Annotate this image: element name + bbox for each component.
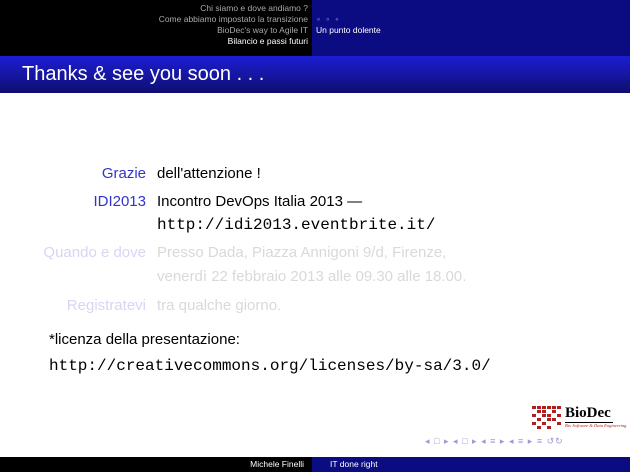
desc-body: Incontro DevOps Italia 2013 — [157,193,363,210]
frame-title: Thanks & see you soon . . . [0,56,630,93]
nav-prev-frame-icon[interactable]: ◂ [425,436,431,446]
nav-slide-icon[interactable]: □ [462,436,468,446]
desc-body: tra qualche giorno. [157,297,282,314]
footline-title: IT done right [312,457,630,472]
nav-next-frame-icon[interactable]: ▸ [444,436,450,446]
license-url-link[interactable]: http://creativecommons.org/licenses/by-s… [49,356,491,376]
nav-next-section-icon[interactable]: ▸ [528,436,534,446]
desc-body: Presso Dada, Piazza Annigoni 9/d, Firenz… [157,244,447,261]
desc-term: IDI2013 [93,193,146,210]
nav-frame-icon[interactable]: □ [434,436,440,446]
section-transizione[interactable]: Come abbiamo impostato la transizione [159,14,312,25]
headline-bar: Chi siamo e dove andiamo ? Come abbiamo … [0,0,630,56]
nav-prev-subsection-icon[interactable]: ◂ [481,436,487,446]
desc-body: dell'attenzione ! [157,165,261,182]
footline-author: Michele Finelli [0,457,312,472]
desc-term: Registratevi [66,297,146,314]
nav-search-icon[interactable]: ↺↻ [547,436,564,446]
desc-term: Grazie [101,165,146,182]
section-navigation: Chi siamo e dove andiamo ? Come abbiamo … [0,0,312,56]
license-label: *licenza della presentazione: [49,331,240,348]
footline-bar: Michele Finelli IT done right [0,457,630,472]
section-chi-siamo[interactable]: Chi siamo e dove andiamo ? [200,3,312,14]
nav-prev-section-icon[interactable]: ◂ [509,436,515,446]
desc-term: Quando e dove [43,244,146,261]
nav-next-subsection-icon[interactable]: ▸ [500,436,506,446]
subsection-punto-dolente[interactable]: Un punto dolente [316,25,630,36]
logo-tagline: Bio Software & Data Engineering [565,423,627,428]
subsection-navigation: ∘ ∘ ∘ Un punto dolente [312,0,630,56]
event-url-link[interactable]: http://idi2013.eventbrite.it/ [157,215,435,235]
nav-next-slide-icon[interactable]: ▸ [472,436,478,446]
logo-wordmark: BioDec [565,405,613,423]
nav-subsection-icon[interactable]: ≡ [490,436,496,446]
subsection-dots[interactable]: ∘ ∘ ∘ [316,14,630,25]
section-agile-it[interactable]: BioDec's way to Agile IT [217,25,312,36]
desc-body: venerdì 22 febbraio 2013 alle 09.30 alle… [157,268,467,285]
nav-section-icon[interactable]: ≡ [518,436,524,446]
nav-prev-slide-icon[interactable]: ◂ [453,436,459,446]
navigation-symbols: ◂ □ ▸ ◂ □ ▸ ◂ ≡ ▸ ◂ ≡ ▸ ≡ ↺↻ [425,436,564,447]
nav-document-icon[interactable]: ≡ [537,436,543,446]
biodec-logo-mark-icon [532,406,561,429]
biodec-logo: BioDec Bio Software & Data Engineering [530,405,627,430]
section-bilancio[interactable]: Bilancio e passi futuri [228,36,312,47]
